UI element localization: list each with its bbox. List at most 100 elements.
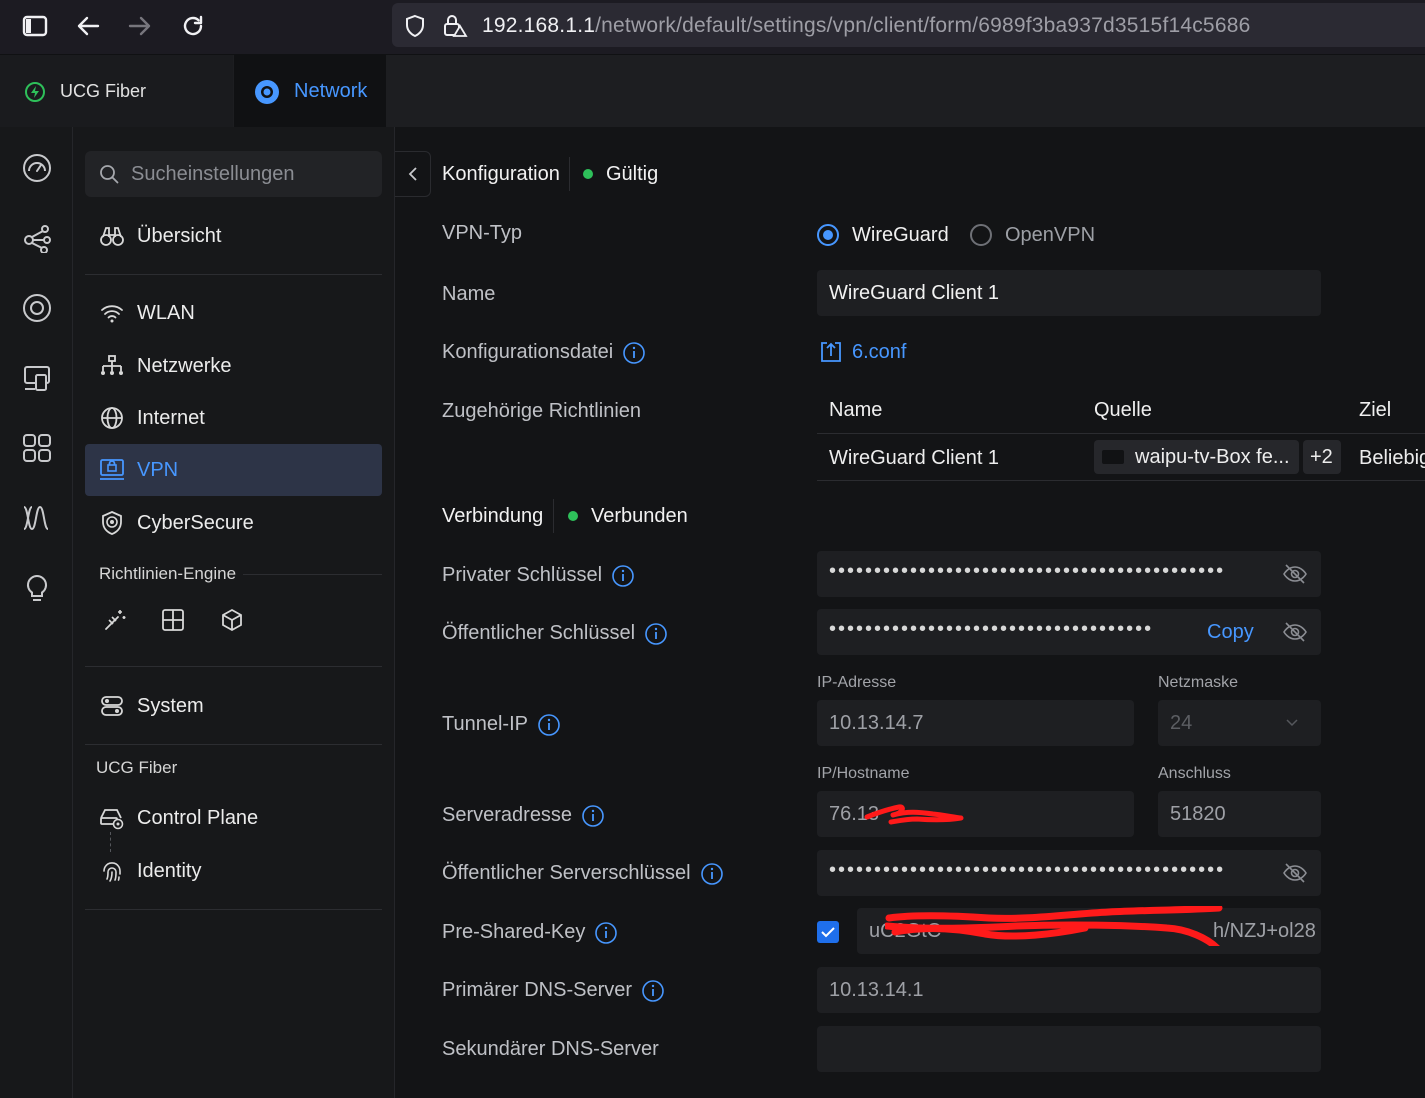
radio-openvpn[interactable] (970, 224, 992, 246)
vpn-client-form: Konfiguration Gültig VPN-Typ WireGuard O… (395, 127, 1425, 1098)
sidebar-item-system[interactable]: System (85, 680, 382, 732)
table-header-name: Name (829, 399, 883, 421)
netmask-select[interactable]: 24 (1158, 700, 1321, 746)
device-thumbnail-icon (1102, 450, 1124, 464)
radio-openvpn-label[interactable]: OpenVPN (1005, 224, 1095, 247)
radio-wireguard-label[interactable]: WireGuard (852, 224, 949, 247)
sidebar-item-control-plane[interactable]: Control Plane (85, 792, 382, 844)
chevron-left-icon (408, 167, 417, 181)
port-input[interactable]: 51820 (1158, 791, 1321, 837)
address-bar[interactable]: 192.168.1.1/network/default/settings/vpn… (392, 3, 1425, 47)
wifi-icon (99, 300, 125, 326)
shield-icon (99, 510, 125, 536)
netmask-value: 24 (1170, 712, 1193, 734)
label-text: Serveradresse (442, 804, 573, 826)
tab-network[interactable]: Network (234, 55, 386, 128)
public-key-field[interactable]: •••••••••••••••••••••••••••••••••••• Cop… (817, 609, 1321, 655)
sidebar-item-cybersecure[interactable]: CyberSecure (85, 497, 382, 549)
divider (85, 744, 382, 745)
table-header-target: Ziel (1359, 399, 1392, 421)
source-chip[interactable]: waipu-tv-Box fe... (1094, 440, 1299, 474)
tunnel-ip-label: Tunnel-IP (442, 713, 560, 736)
source-extra-chip[interactable]: +2 (1303, 440, 1341, 474)
eye-off-icon[interactable] (1283, 862, 1307, 884)
info-icon[interactable] (595, 921, 618, 944)
cube-icon[interactable] (218, 606, 246, 634)
hostname-label: IP/Hostname (817, 765, 910, 782)
info-icon[interactable] (538, 713, 560, 736)
primary-dns-value: 10.13.14.1 (829, 979, 924, 1001)
bolt-circle-icon (25, 81, 45, 102)
back-arrow-icon[interactable] (70, 8, 106, 44)
eye-off-icon[interactable] (1283, 621, 1307, 643)
info-icon[interactable] (700, 862, 723, 885)
sidebar-item-identity[interactable]: Identity (85, 845, 382, 897)
config-status: Gültig (606, 163, 659, 185)
device-section-label: UCG Fiber (96, 758, 178, 777)
sidebar-item-overview[interactable]: Übersicht (85, 210, 382, 262)
sidebar-item-wlan[interactable]: WLAN (85, 287, 382, 339)
port-value: 51820 (1170, 803, 1226, 825)
search-input[interactable] (131, 159, 371, 189)
primary-dns-input[interactable]: 10.13.14.1 (817, 967, 1321, 1013)
topology-icon[interactable] (20, 221, 54, 255)
network-tree-icon (99, 353, 125, 379)
secondary-dns-input[interactable] (817, 1026, 1321, 1072)
apps-grid-icon[interactable] (20, 431, 54, 465)
info-icon[interactable] (612, 564, 634, 587)
reload-icon[interactable] (175, 8, 211, 44)
insights-icon[interactable] (20, 501, 54, 535)
info-icon[interactable] (642, 979, 664, 1002)
sidebar-item-label: System (137, 694, 204, 717)
info-icon[interactable] (582, 804, 604, 827)
info-icon[interactable] (645, 622, 667, 645)
divider (85, 909, 382, 910)
name-label: Name (442, 283, 495, 306)
grid-layout-icon[interactable] (159, 606, 187, 634)
hostname-input[interactable]: 76.13 (817, 791, 1134, 837)
sidebar-item-label: Identity (137, 859, 202, 882)
shield-icon (406, 14, 424, 38)
divider (817, 480, 1425, 481)
status-dot (583, 169, 593, 179)
radio-wireguard[interactable] (817, 224, 839, 246)
magic-wand-icon[interactable] (101, 606, 129, 634)
copy-button[interactable]: Copy (1207, 621, 1254, 644)
sidebar-item-label: WLAN (137, 301, 195, 324)
config-file-link[interactable]: 6.conf (852, 341, 906, 364)
devices-icon[interactable] (20, 291, 54, 325)
lightbulb-icon[interactable] (20, 571, 54, 605)
settings-sidebar: Übersicht WLAN Netzwerke Internet VPN Cy… (73, 127, 395, 1098)
info-icon[interactable] (623, 341, 646, 364)
server-address-label: Serveradresse (442, 804, 604, 827)
search-icon (100, 165, 119, 184)
ip-address-input[interactable]: 10.13.14.7 (817, 700, 1134, 746)
sidebar-item-networks[interactable]: Netzwerke (85, 340, 382, 392)
sidebar-item-internet[interactable]: Internet (85, 392, 382, 444)
private-key-field[interactable]: ••••••••••••••••••••••••••••••••••••••••… (817, 551, 1321, 597)
globe-icon (99, 405, 125, 431)
ip-address-value: 10.13.14.7 (829, 712, 924, 734)
private-key-label: Privater Schlüssel (442, 564, 634, 587)
name-input[interactable]: WireGuard Client 1 (817, 270, 1321, 316)
clients-icon[interactable] (20, 361, 54, 395)
source-extra-text: +2 (1310, 446, 1333, 468)
sidebar-toggle-icon[interactable] (17, 8, 53, 44)
forward-arrow-icon[interactable] (122, 8, 158, 44)
sidebar-item-label: Internet (137, 406, 205, 429)
eye-off-icon[interactable] (1283, 563, 1307, 585)
psk-checkbox[interactable] (817, 921, 839, 943)
config-title: Konfiguration (442, 163, 560, 185)
search-box (85, 151, 382, 197)
label-text: Name (442, 283, 496, 305)
tab-ucg-fiber[interactable]: UCG Fiber (0, 55, 233, 128)
url-text: 192.168.1.1/network/default/settings/vpn… (482, 14, 1250, 38)
dashboard-icon[interactable] (20, 151, 54, 185)
upload-icon[interactable] (819, 340, 843, 364)
server-public-key-field[interactable]: ••••••••••••••••••••••••••••••••••••••••… (817, 850, 1321, 896)
collapse-button[interactable] (395, 151, 431, 197)
sidebar-item-vpn[interactable]: VPN (85, 444, 382, 496)
table-header-source: Quelle (1094, 399, 1152, 421)
label-text: Konfigurationsdatei (442, 341, 614, 363)
psk-input[interactable]: uC2GtC h/NZJ+ol28 (857, 906, 1321, 954)
